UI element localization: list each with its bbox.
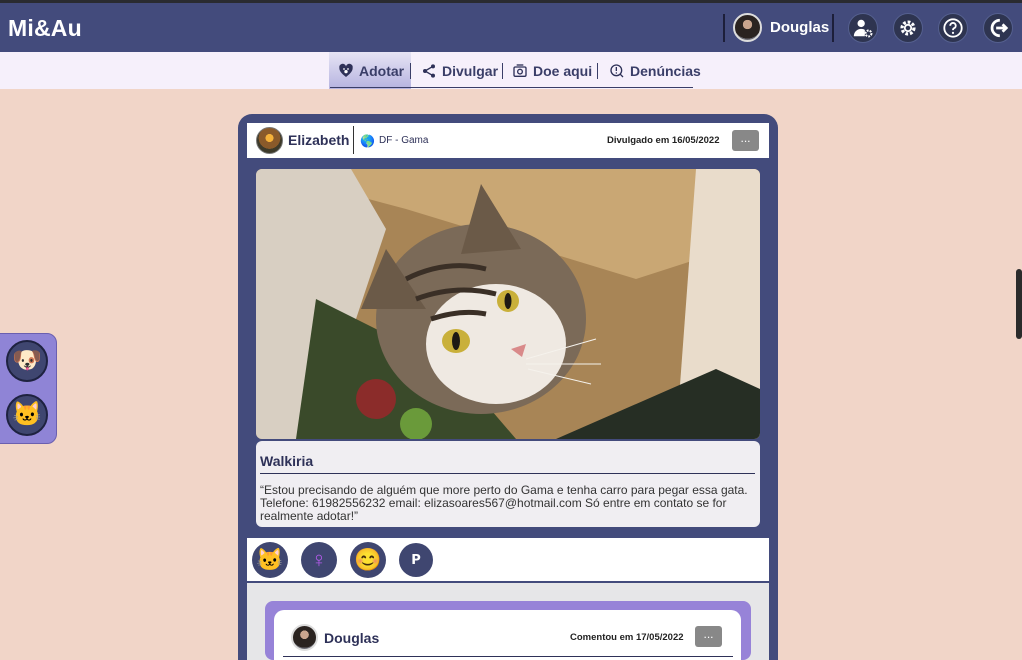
nav-adotar[interactable]: Adotar [329,52,411,89]
help-button[interactable] [938,13,968,43]
user-gear-icon [853,19,873,38]
nav-label: Divulgar [442,62,499,79]
post-header: Elizabeth 🌎 DF - Gama Divulgado em 16/05… [247,123,769,159]
temperament-tag[interactable]: 😊 [350,542,386,578]
logout-icon [990,18,1009,38]
sex-tag[interactable]: ♀ [301,542,337,578]
author-avatar[interactable] [256,127,283,154]
report-icon [610,63,624,77]
nav-label: Doe aqui [533,62,593,79]
nav-label: Denúncias [630,62,701,79]
divider [283,656,733,657]
help-icon [943,18,963,38]
comment-item: Douglas Comentou em 17/05/2022 ... [274,610,741,660]
post-author[interactable]: Elizabeth [288,132,349,148]
dog-filter-button[interactable]: 🐶 [6,340,48,382]
size-tag[interactable]: P [399,543,433,577]
share-icon [423,63,435,78]
header-divider [832,14,834,42]
pet-description: “Estou precisando de alguém que more per… [260,483,748,523]
cat-icon: 🐱 [256,547,284,572]
comment-author[interactable]: Douglas [324,630,379,646]
comment-date: Comentou em 17/05/2022 [570,632,684,643]
female-icon: ♀ [310,547,328,572]
globe-icon: 🌎 [360,134,375,148]
post-menu-button[interactable]: ... [732,130,759,151]
post-header-divider [353,126,354,154]
nav-divulgar[interactable]: Divulgar [421,52,498,89]
species-tag[interactable]: 🐱 [252,542,288,578]
gear-icon [900,20,916,36]
donation-icon [513,63,527,77]
nav-doe-aqui[interactable]: Doe aqui [512,52,592,89]
user-settings-button[interactable] [848,13,878,43]
comment-menu-button[interactable]: ... [695,626,722,647]
app-header: Mi&Au Douglas [0,3,1022,52]
species-filter-panel: 🐶 🐱 [0,333,57,444]
logout-button[interactable] [983,13,1013,43]
nav-divider [597,63,598,79]
header-username[interactable]: Douglas [770,19,829,36]
pet-photo[interactable] [256,169,760,439]
nav-divider [502,63,503,79]
post-date: Divulgado em 16/05/2022 [607,135,720,146]
dog-icon: 🐶 [12,347,42,374]
cat-filter-button[interactable]: 🐱 [6,394,48,436]
user-avatar[interactable] [733,13,762,42]
pet-name: Walkiria [260,453,314,469]
commenter-avatar[interactable] [291,624,318,651]
settings-button[interactable] [893,13,923,43]
post-location: DF - Gama [379,135,429,146]
app-logo[interactable]: Mi&Au [8,15,82,42]
divider [260,473,755,474]
page-scrollbar-thumb[interactable] [1016,269,1022,339]
header-divider [723,14,725,42]
main-nav: Adotar Divulgar Doe aqui Denúncias [0,52,1022,89]
nav-denuncias[interactable]: Denúncias [609,52,701,89]
heart-paw-icon [339,63,353,77]
nav-label: Adotar [359,62,405,79]
pet-description-box: Walkiria “Estou precisando de alguém que… [256,441,760,527]
size-small-icon: P [411,552,421,568]
nav-underline [330,87,693,88]
nav-divider [410,63,411,79]
pet-tags-bar: 🐱 ♀ 😊 P [247,537,769,582]
cat-icon: 🐱 [12,401,42,428]
smiley-icon: 😊 [354,547,382,572]
